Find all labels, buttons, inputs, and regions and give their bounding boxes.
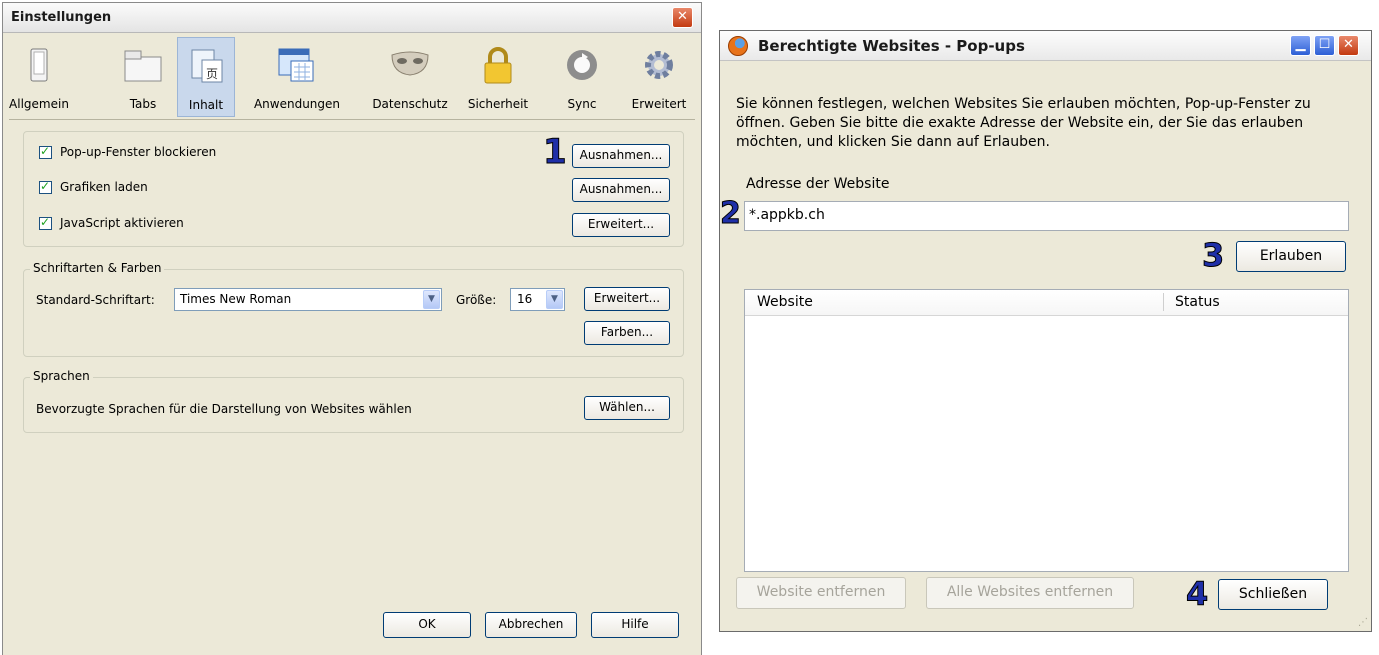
chevron-down-icon: ▼ [423, 290, 440, 309]
column-divider[interactable] [1163, 293, 1164, 311]
popup-close-button[interactable]: ✕ [1338, 35, 1359, 56]
tab-label: Allgemein [9, 97, 69, 111]
default-font-label: Standard-Schriftart: [36, 293, 155, 307]
languages-group-label: Sprachen [30, 369, 93, 383]
close-button[interactable]: Schließen [1218, 579, 1328, 610]
popup-label[interactable]: Pop-up-Fenster blockieren [60, 145, 216, 159]
minimize-button[interactable]: ▁ [1290, 35, 1311, 56]
tab-datenschutz[interactable]: Datenschutz [365, 37, 455, 117]
languages-group: Sprachen Bevorzugte Sprachen für die Dar… [23, 369, 684, 433]
tab-label: Erweitert [631, 97, 687, 111]
tab-tabs[interactable]: Tabs [113, 37, 173, 117]
annotation-1: 1 [543, 132, 568, 172]
default-font-select[interactable]: Times New Roman ▼ [174, 288, 442, 311]
font-size-value: 16 [517, 292, 533, 306]
javascript-checkbox[interactable] [39, 215, 52, 230]
size-label: Größe: [456, 293, 497, 307]
tab-inhalt[interactable]: 页 Inhalt [177, 37, 235, 117]
tab-allgemein[interactable]: Allgemein [9, 37, 69, 117]
tab-erweitert[interactable]: Erweitert [623, 37, 695, 117]
help-button[interactable]: Hilfe [591, 612, 679, 638]
images-checkbox[interactable] [39, 179, 52, 194]
remove-website-button[interactable]: Website entfernen [736, 577, 906, 609]
settings-window: Einstellungen ✕ Allgemein Tabs 页 Inhalt [2, 2, 702, 655]
default-font-value: Times New Roman [180, 292, 292, 306]
settings-close-button[interactable]: ✕ [672, 7, 693, 28]
choose-languages-button[interactable]: Wählen... [584, 396, 670, 420]
mask-icon [388, 47, 432, 86]
tab-label: Sync [567, 97, 597, 111]
column-status[interactable]: Status [1175, 294, 1220, 310]
firefox-icon [728, 36, 748, 56]
ok-button[interactable]: OK [383, 612, 471, 638]
images-exceptions-button[interactable]: Ausnahmen... [572, 178, 670, 202]
tab-sicherheit[interactable]: Sicherheit [459, 37, 537, 117]
popup-titlebar: Berechtigte Websites - Pop-ups ▁ ☐ ✕ [720, 31, 1371, 61]
address-label: Adresse der Website [746, 176, 890, 192]
address-input[interactable]: *.appkb.ch [744, 201, 1349, 231]
javascript-label[interactable]: JavaScript aktivieren [60, 216, 184, 230]
resize-grip-icon[interactable]: ⋰ [1358, 617, 1368, 628]
fonts-group-label: Schriftarten & Farben [30, 261, 165, 275]
tab-label: Tabs [129, 97, 157, 111]
popup-exceptions-button[interactable]: Ausnahmen... [572, 144, 670, 168]
tab-label: Anwendungen [253, 97, 341, 111]
settings-titlebar: Einstellungen ✕ [3, 3, 701, 33]
fonts-advanced-button[interactable]: Erweitert... [584, 287, 670, 311]
remove-all-websites-button[interactable]: Alle Websites entfernen [926, 577, 1134, 609]
tab-label: Datenschutz [372, 97, 448, 111]
tab-sync[interactable]: Sync [555, 37, 609, 117]
languages-description: Bevorzugte Sprachen für die Darstellung … [36, 402, 412, 416]
address-value: *.appkb.ch [749, 207, 825, 223]
content-options-group: Pop-up-Fenster blockieren Ausnahmen... G… [23, 131, 684, 247]
applications-icon [277, 47, 317, 86]
popup-title: Berechtigte Websites - Pop-ups [758, 37, 1025, 55]
colors-button[interactable]: Farben... [584, 321, 670, 345]
tab-separator [9, 119, 695, 120]
cancel-button[interactable]: Abbrechen [485, 612, 577, 638]
popup-description: Sie können festlegen, welchen Websites S… [736, 96, 1311, 150]
font-size-select[interactable]: 16 ▼ [510, 288, 565, 311]
settings-tabbar: Allgemein Tabs 页 Inhalt Anwendungen Date… [9, 37, 699, 119]
tab-label: Sicherheit [467, 97, 529, 111]
lock-icon [480, 47, 516, 88]
javascript-advanced-button[interactable]: Erweitert... [572, 213, 670, 237]
annotation-3: 3 [1201, 236, 1225, 274]
maximize-button[interactable]: ☐ [1314, 35, 1335, 56]
list-header: Website Status [745, 290, 1348, 316]
popup-checkbox[interactable] [39, 144, 52, 159]
fonts-colors-group: Schriftarten & Farben Standard-Schriftar… [23, 261, 684, 357]
tabs-icon [123, 47, 163, 86]
tab-label: Inhalt [188, 98, 224, 112]
svg-text:页: 页 [206, 67, 218, 81]
sync-icon [564, 47, 600, 86]
gear-icon [641, 47, 677, 86]
popup-permissions-window: Berechtigte Websites - Pop-ups ▁ ☐ ✕ Sie… [719, 30, 1372, 632]
column-website[interactable]: Website [757, 294, 813, 310]
annotation-4: 4 [1185, 575, 1209, 613]
chevron-down-icon: ▼ [546, 290, 563, 309]
images-label[interactable]: Grafiken laden [60, 180, 148, 194]
content-icon: 页 [188, 48, 224, 87]
settings-title: Einstellungen [11, 10, 112, 25]
websites-list[interactable]: Website Status [744, 289, 1349, 572]
switch-icon [23, 47, 55, 86]
annotation-2: 2 [720, 196, 742, 231]
allow-button[interactable]: Erlauben [1236, 241, 1346, 272]
tab-anwendungen[interactable]: Anwendungen [245, 37, 349, 117]
